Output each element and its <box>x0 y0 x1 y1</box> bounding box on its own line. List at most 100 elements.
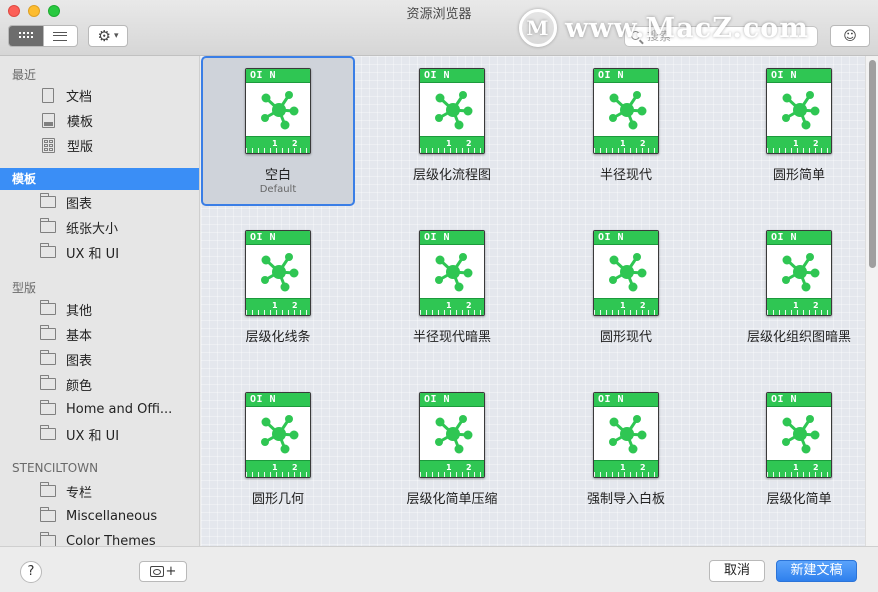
template-label: 半径现代暗黑 <box>412 330 491 345</box>
folder-icon <box>39 350 56 365</box>
scrollbar-thumb[interactable] <box>869 60 876 268</box>
template-tile[interactable]: OI N 1 2 圆形现代 <box>549 218 703 368</box>
folder-icon <box>39 193 56 208</box>
omnigraffle-document-icon: OI N12 <box>593 230 659 316</box>
info-button[interactable]: ☺ <box>830 25 870 47</box>
sidebar-item-ux-ui-templates[interactable]: UX 和 UI <box>39 241 119 263</box>
sidebar-item-ux-ui-stencils[interactable]: UX 和 UI <box>39 423 120 445</box>
sidebar-item-documents[interactable]: 文档 <box>40 84 92 106</box>
sidebar-item-templates-recent[interactable]: 模板 <box>40 109 93 131</box>
smiley-icon: ☺ <box>843 28 857 44</box>
omnigraffle-document-icon: OI N12 <box>419 68 485 154</box>
folder-icon <box>39 325 56 340</box>
stencil-add-icon <box>149 566 164 577</box>
template-tile[interactable]: OI N 1 2 层级化组织图暗黑 <box>722 218 865 368</box>
sidebar-header-stenciltown: STENCILTOWN <box>12 461 99 475</box>
title-bar: 资源浏览器 ⚙ ▾ 搜索 ☺ M www.MacZ.com <box>0 0 878 56</box>
stencil-icon <box>42 137 55 153</box>
folder-icon <box>39 300 56 315</box>
template-label: 层级化简单 <box>766 492 832 507</box>
add-resource-button[interactable]: + <box>139 561 187 582</box>
sidebar-item-label: Miscellaneous <box>66 508 158 524</box>
grid-view-button[interactable] <box>9 26 43 46</box>
search-icon <box>631 31 640 40</box>
sidebar-item-label: 基本 <box>66 328 93 344</box>
template-tile[interactable]: OI N 1 2 层级化简单 <box>722 380 865 530</box>
template-label: 层级化简单压缩 <box>406 492 498 507</box>
sidebar-item-charts[interactable]: 图表 <box>39 191 93 213</box>
list-view-button[interactable] <box>42 26 78 46</box>
folder-icon <box>39 218 56 233</box>
template-label: 强制导入白板 <box>586 492 665 507</box>
search-placeholder: 搜索 <box>647 29 672 43</box>
template-label: 层级化流程图 <box>412 168 491 183</box>
sidebar-item-label: 模板 <box>67 114 94 130</box>
omnigraffle-document-icon: OI N12 <box>593 392 659 478</box>
template-tile[interactable]: OI N 1 2 层级化流程图 <box>375 56 529 206</box>
sidebar-item-label: Home and Offi... <box>66 401 173 417</box>
vertical-scrollbar[interactable] <box>865 56 878 546</box>
template-tile[interactable]: OI N 1 2 半径现代 <box>549 56 703 206</box>
sidebar-item-colors[interactable]: 颜色 <box>39 373 93 395</box>
search-field[interactable]: 搜索 <box>624 26 818 47</box>
sidebar-header-templates[interactable]: 模板 <box>0 168 199 190</box>
sidebar-item-home-and-office[interactable]: Home and Offi... <box>39 398 173 420</box>
template-tile[interactable]: OI N 1 2 圆形简单 <box>722 56 865 206</box>
window-title: 资源浏览器 <box>406 7 472 22</box>
folder-icon <box>39 482 56 497</box>
sidebar-item-charts-stencils[interactable]: 图表 <box>39 348 92 370</box>
sidebar-item-label: 图表 <box>66 196 93 212</box>
template-tile[interactable]: OI N 1 2 空白 Default <box>201 56 355 206</box>
omnigraffle-document-icon: OI N12 <box>766 392 832 478</box>
document-icon <box>42 87 54 103</box>
template-tile[interactable]: OI N 1 2 圆形几何 <box>201 380 355 530</box>
sidebar-item-paper-sizes[interactable]: 纸张大小 <box>39 216 119 238</box>
cancel-button[interactable]: 取消 <box>709 560 765 582</box>
omnigraffle-document-icon: OI N12 <box>245 68 311 154</box>
sidebar-item-label: 纸张大小 <box>66 221 119 237</box>
template-icon <box>42 112 55 128</box>
sidebar-item-other[interactable]: 其他 <box>39 298 92 320</box>
folder-icon <box>39 243 56 258</box>
template-sublabel: Default <box>259 184 297 195</box>
sidebar: 最近 文档 模板 型版 模板 图表 纸张大小 UX 和 UI 型版 其他 基本 … <box>0 56 200 546</box>
folder-icon <box>39 507 56 522</box>
chevron-down-icon: ▾ <box>113 31 119 41</box>
omnigraffle-document-icon: OI N12 <box>419 392 485 478</box>
sidebar-item-basic[interactable]: 基本 <box>39 323 93 345</box>
sidebar-item-miscellaneous[interactable]: Miscellaneous <box>39 505 158 527</box>
action-menu-button[interactable]: ⚙ ▾ <box>88 25 128 47</box>
gear-icon: ⚙ <box>97 27 111 45</box>
sidebar-item-label: 文档 <box>66 89 93 105</box>
sidebar-header-recent: 最近 <box>12 68 37 82</box>
template-tile[interactable]: OI N 1 2 层级化线条 <box>201 218 355 368</box>
sidebar-item-color-themes[interactable]: Color Themes <box>39 530 156 546</box>
help-button[interactable]: ? <box>20 561 42 583</box>
template-tile[interactable]: OI N 1 2 强制导入白板 <box>549 380 703 530</box>
view-mode-segmented-control <box>8 25 78 47</box>
sidebar-header-stencils: 型版 <box>12 281 37 295</box>
sidebar-item-label: 颜色 <box>66 378 93 394</box>
template-label: 圆形几何 <box>251 492 304 507</box>
bottom-bar: ? + 取消 新建文稿 <box>0 546 878 592</box>
omnigraffle-document-icon: OI N12 <box>245 392 311 478</box>
grid-icon <box>18 32 33 40</box>
template-grid: OI N 1 2 空白 Default OI N 1 2 层级化流程图 OI N 1 2 半径现代 OI … <box>201 56 865 546</box>
omnigraffle-document-icon: OI N12 <box>245 230 311 316</box>
template-label: 圆形现代 <box>599 330 652 345</box>
folder-icon <box>39 375 56 390</box>
list-icon <box>53 31 68 41</box>
folder-icon <box>39 400 56 415</box>
add-label: + <box>165 564 177 579</box>
sidebar-item-stencils-recent[interactable]: 型版 <box>40 134 93 156</box>
omnigraffle-document-icon: OI N12 <box>593 68 659 154</box>
sidebar-item-label: 型版 <box>67 139 94 155</box>
template-tile[interactable]: OI N 1 2 半径现代暗黑 <box>375 218 529 368</box>
omnigraffle-document-icon: OI N12 <box>766 230 832 316</box>
template-tile[interactable]: OI N 1 2 层级化简单压缩 <box>375 380 529 530</box>
folder-icon <box>39 532 56 546</box>
omnigraffle-document-icon: OI N12 <box>766 68 832 154</box>
sidebar-item-columns[interactable]: 专栏 <box>39 480 92 502</box>
new-document-button[interactable]: 新建文稿 <box>776 560 857 582</box>
sidebar-item-label: UX 和 UI <box>66 428 120 444</box>
